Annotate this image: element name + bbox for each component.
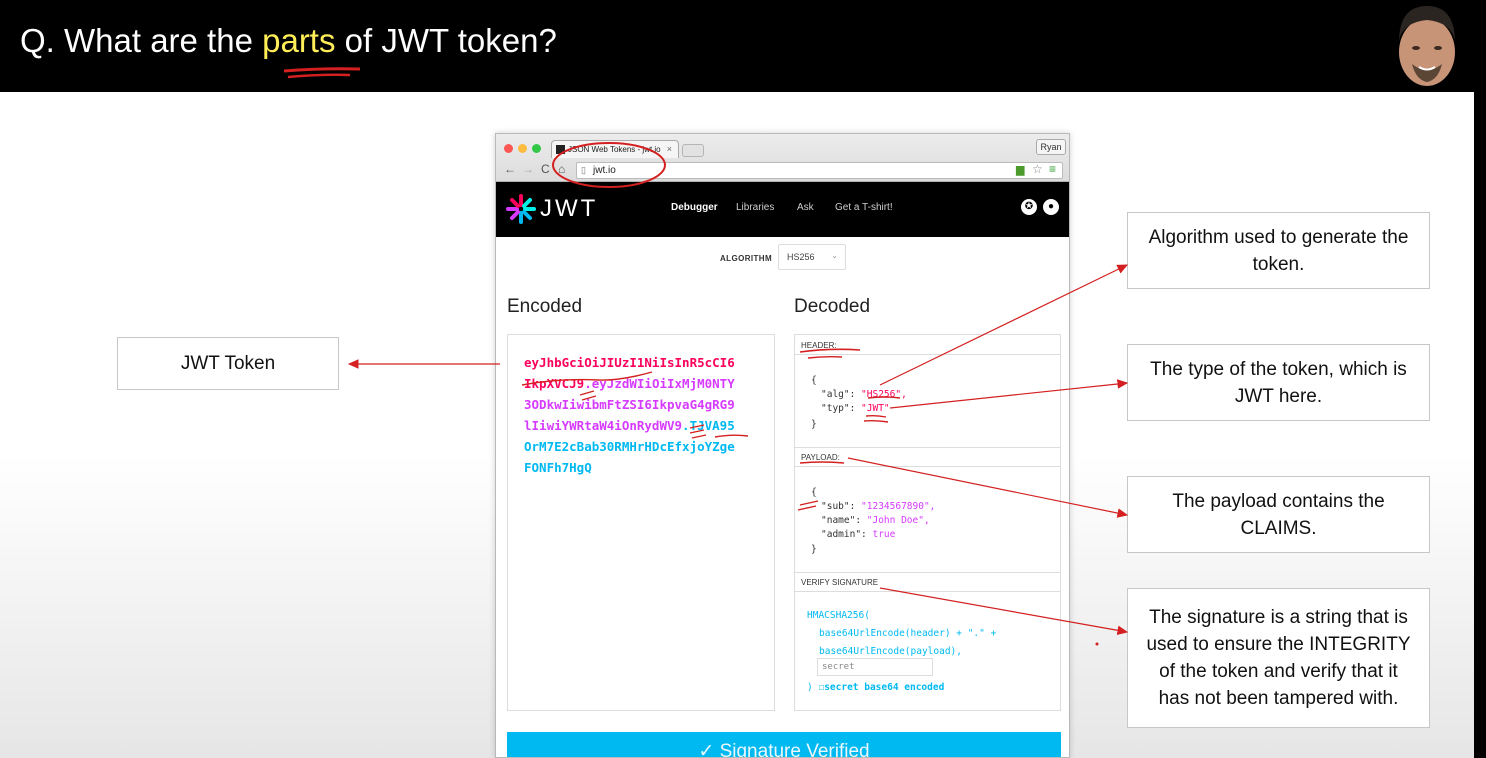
payload-admin-line: "admin": true (821, 529, 896, 540)
header-alg-line: "alg": "HS256", (821, 389, 907, 400)
signature-line-1: HMACSHA256( (807, 610, 870, 621)
browser-menu-icon[interactable]: ≡ (1049, 162, 1056, 176)
encoded-title: Encoded (507, 296, 583, 317)
header-close-brace: } (811, 419, 817, 430)
browser-chrome: JSON Web Tokens - jwt.io × Ryan ← → C ⌂ … (496, 134, 1069, 182)
signature-verified-label: Signature Verified (719, 741, 870, 758)
title-suffix: of JWT token? (335, 22, 557, 59)
decoded-title: Decoded (794, 296, 871, 317)
nav-libraries[interactable]: Libraries (736, 202, 774, 213)
minimize-window-icon[interactable] (518, 144, 527, 153)
nav-ask[interactable]: Ask (797, 202, 814, 213)
encoded-line: FONFh7HgQ (524, 460, 592, 475)
signature-close-line: ) ☐secret base64 encoded (807, 682, 945, 693)
browser-nav-row: ← → C ⌂ ▯ jwt.io ▆ ☆ ≡ (496, 160, 1069, 182)
nav-tshirt[interactable]: Get a T-shirt! (835, 202, 893, 213)
payload-sub-line: "sub": "1234567890", (821, 501, 936, 512)
chevron-down-icon: ⌄ (831, 251, 838, 260)
title-underline-mark (283, 67, 361, 79)
bookmark-star-icon[interactable]: ☆ (1032, 162, 1043, 176)
algorithm-label: ALGORITHM (720, 254, 773, 263)
callout-payload: The payload contains the CLAIMS. (1127, 476, 1430, 553)
check-circle-icon: ✓ (698, 741, 715, 758)
jwt-favicon-icon (556, 145, 565, 154)
secret-input[interactable]: secret (817, 658, 933, 676)
right-edge-bar (1474, 92, 1486, 758)
title-prefix: Q. What are the (20, 22, 263, 59)
annotation-dot (1095, 642, 1099, 646)
header-open-brace: { (811, 375, 817, 386)
callout-algorithm: Algorithm used to generate the token. (1127, 212, 1430, 289)
algorithm-select[interactable]: HS256 ⌄ (778, 244, 846, 270)
page-icon: ▯ (581, 165, 586, 175)
reload-icon[interactable]: C (541, 162, 550, 176)
payload-name-line: "name": "John Doe", (821, 515, 930, 526)
encoded-line: 3ODkwIiwibmFtZSI6IkpvaG4gRG9 (524, 397, 735, 412)
auth0-badge-icon[interactable]: ✪ (1021, 199, 1037, 215)
encoded-line: OrM7E2cBab30RMHrHDcEfxjoYZge (524, 439, 735, 454)
title-highlight: parts (262, 22, 336, 59)
maximize-window-icon[interactable] (532, 144, 541, 153)
header-section-label: HEADER: (795, 335, 1060, 355)
encoded-line: IkpXVCJ9.eyJzdWIiOiIxMjM0NTY (524, 376, 735, 391)
jwt-logo-icon (506, 194, 536, 224)
presenter-avatar (1399, 6, 1455, 86)
encoded-token-box[interactable]: eyJhbGciOiJIUzI1NiIsInR5cCI6 IkpXVCJ9.ey… (507, 334, 775, 711)
base64-checkbox-label: secret base64 encoded (824, 682, 945, 693)
jwt-site-header: JWT Debugger Libraries Ask Get a T-shirt… (496, 182, 1069, 237)
tab-title: JSON Web Tokens - jwt.io (568, 145, 661, 154)
callout-signature: The signature is a string that is used t… (1127, 588, 1430, 728)
nav-debugger[interactable]: Debugger (671, 202, 718, 213)
jwt-logo-text: JWT (540, 195, 599, 222)
signature-line-2: base64UrlEncode(header) + "." + (819, 628, 997, 639)
translate-icon[interactable]: ▆ (1016, 163, 1024, 176)
callout-jwt-token: JWT Token (117, 337, 339, 390)
encoded-line: eyJhbGciOiJIUzI1NiIsInR5cCI6 (524, 355, 735, 370)
twitter-icon[interactable]: ● (1043, 199, 1059, 215)
home-icon[interactable]: ⌂ (558, 162, 565, 176)
address-bar[interactable]: ▯ jwt.io (576, 162, 1063, 179)
algorithm-value: HS256 (787, 252, 815, 262)
header-typ-line: "typ": "JWT" (821, 403, 890, 414)
new-tab-button[interactable] (682, 144, 704, 157)
url-text: jwt.io (593, 165, 616, 176)
verify-section-label: VERIFY SIGNATURE (795, 572, 1060, 592)
payload-section-label: PAYLOAD: (795, 447, 1060, 467)
profile-button[interactable]: Ryan (1036, 139, 1066, 155)
signature-line-3: base64UrlEncode(payload), (819, 646, 962, 657)
slide-title: Q. What are the parts of JWT token? (20, 22, 557, 60)
payload-close-brace: } (811, 544, 817, 555)
close-window-icon[interactable] (504, 144, 513, 153)
browser-tab[interactable]: JSON Web Tokens - jwt.io × (551, 140, 679, 158)
slide-title-bar: Q. What are the parts of JWT token? (0, 0, 1486, 92)
callout-type: The type of the token, which is JWT here… (1127, 344, 1430, 421)
back-arrow-icon[interactable]: ← (504, 162, 516, 176)
decoded-panel: HEADER: { "alg": "HS256", "typ": "JWT" }… (794, 334, 1061, 711)
tab-close-icon[interactable]: × (667, 144, 672, 154)
encoded-line: lIiwiYWRtaW4iOnRydWV9.TJVA95 (524, 418, 735, 433)
forward-arrow-icon[interactable]: → (522, 162, 534, 176)
payload-open-brace: { (811, 487, 817, 498)
browser-window: JSON Web Tokens - jwt.io × Ryan ← → C ⌂ … (495, 133, 1070, 758)
signature-verified-button[interactable]: ✓ Signature Verified (507, 732, 1061, 758)
